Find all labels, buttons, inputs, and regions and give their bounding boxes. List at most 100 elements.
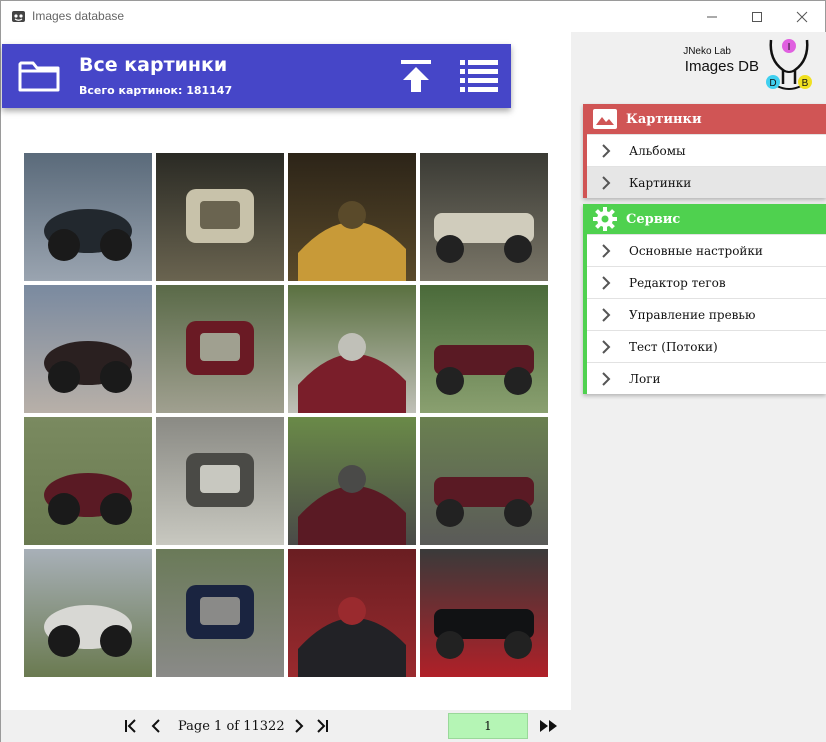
image-thumbnail[interactable]: [288, 153, 416, 281]
thumbnail-image: [156, 417, 284, 545]
thumbnail-grid: [24, 153, 550, 679]
sidebar-item-label: Тест (Потоки): [629, 339, 718, 354]
minimize-button[interactable]: [689, 1, 735, 32]
image-thumbnail[interactable]: [288, 285, 416, 413]
maximize-icon: [752, 11, 762, 22]
side-panel: JNeko Lab Images DB I D B Картинки Альбо…: [571, 32, 826, 742]
sidebar-item-label: Редактор тегов: [629, 275, 726, 290]
sidebar-item-albums[interactable]: Альбомы: [587, 134, 826, 166]
images-count: Всего картинок: 181147: [79, 84, 233, 97]
thumbnail-image: [24, 417, 152, 545]
prev-page-icon: [151, 719, 160, 733]
thumbnail-image: [156, 549, 284, 677]
close-button[interactable]: [779, 1, 825, 32]
app-window: Images database Все картинки Всего карти…: [0, 0, 826, 742]
sidebar-item-tag-editor[interactable]: Редактор тегов: [587, 266, 826, 298]
next-page-icon: [295, 719, 304, 733]
logo-letter-d: D: [769, 78, 776, 89]
sidebar-item-label: Логи: [629, 371, 661, 386]
app-icon: [11, 9, 26, 24]
logo-line2: Images DB: [684, 58, 759, 75]
thumbnail-image: [288, 417, 416, 545]
thumbnail-image: [288, 285, 416, 413]
image-thumbnail[interactable]: [24, 285, 152, 413]
last-page-icon: [317, 719, 328, 733]
last-page-button[interactable]: [312, 717, 332, 735]
menu-header-pictures[interactable]: Картинки: [583, 104, 826, 134]
thumbnail-image: [24, 549, 152, 677]
thumbnail-image: [288, 549, 416, 677]
chevron-right-icon: [601, 371, 617, 386]
menu-group-pictures: Картинки Альбомы Картинки: [583, 104, 826, 198]
list-view-button[interactable]: [458, 58, 500, 94]
menu-header-service-label: Сервис: [626, 211, 681, 227]
title-bar[interactable]: Images database: [1, 1, 825, 32]
first-page-icon: [125, 719, 136, 733]
image-thumbnail[interactable]: [156, 417, 284, 545]
thumbnail-image: [156, 285, 284, 413]
image-thumbnail[interactable]: [24, 417, 152, 545]
logo-emblem-icon: I D B: [766, 39, 812, 90]
image-thumbnail[interactable]: [156, 549, 284, 677]
image-thumbnail[interactable]: [24, 549, 152, 677]
logo-line1: JNeko Lab: [683, 46, 731, 57]
image-thumbnail[interactable]: [420, 153, 548, 281]
go-icon: [540, 720, 557, 732]
menu-group-service: Сервис Основные настройки Редактор тегов…: [583, 204, 826, 394]
folder-icon: [17, 58, 61, 94]
thumbnail-image: [24, 153, 152, 281]
maximize-button[interactable]: [734, 1, 780, 32]
thumbnail-image: [156, 153, 284, 281]
thumbnail-image: [420, 153, 548, 281]
thumbnail-image: [420, 549, 548, 677]
gear-icon: [592, 206, 618, 232]
sidebar-item-logs[interactable]: Логи: [587, 362, 826, 394]
chevron-right-icon: [601, 143, 617, 158]
sidebar-item-label: Основные настройки: [629, 243, 763, 258]
close-icon: [796, 11, 808, 22]
chevron-right-icon: [601, 175, 617, 190]
page-number-input[interactable]: 1: [448, 713, 528, 739]
upload-button[interactable]: [396, 58, 436, 94]
thumbnail-image: [24, 285, 152, 413]
go-to-page-button[interactable]: [538, 717, 560, 735]
sidebar-item-preview-management[interactable]: Управление превью: [587, 298, 826, 330]
thumbnail-image: [420, 285, 548, 413]
image-thumbnail[interactable]: [288, 549, 416, 677]
chevron-right-icon: [601, 243, 617, 258]
page-indicator: Page 1 of 11322: [178, 719, 285, 734]
first-page-button[interactable]: [121, 717, 141, 735]
thumbnail-image: [420, 417, 548, 545]
chevron-right-icon: [601, 307, 617, 322]
thumbnail-image: [288, 153, 416, 281]
image-thumbnail[interactable]: [156, 285, 284, 413]
image-thumbnail[interactable]: [24, 153, 152, 281]
chevron-right-icon: [601, 275, 617, 290]
page-title: Все картинки: [79, 54, 228, 76]
sidebar-item-pictures[interactable]: Картинки: [587, 166, 826, 198]
main-content: Все картинки Всего картинок: 181147: [1, 32, 571, 710]
sidebar-item-label: Управление превью: [629, 307, 756, 322]
menu-header-service[interactable]: Сервис: [583, 204, 826, 234]
sidebar-item-label: Картинки: [629, 175, 692, 190]
logo-letter-b: B: [802, 78, 809, 89]
menu-header-pictures-label: Картинки: [626, 111, 702, 127]
list-view-icon: [460, 60, 498, 92]
minimize-icon: [707, 16, 717, 17]
app-logo: JNeko Lab Images DB I D B: [657, 36, 817, 94]
pagination-bar: Page 1 of 11322 1: [1, 710, 571, 742]
window-title: Images database: [32, 9, 125, 23]
image-thumbnail[interactable]: [156, 153, 284, 281]
logo-letter-i: I: [788, 42, 791, 53]
image-thumbnail[interactable]: [288, 417, 416, 545]
sidebar-item-label: Альбомы: [629, 143, 686, 158]
prev-page-button[interactable]: [146, 717, 166, 735]
image-icon: [592, 106, 618, 132]
gallery-header: Все картинки Всего картинок: 181147: [2, 44, 511, 108]
sidebar-item-test-threads[interactable]: Тест (Потоки): [587, 330, 826, 362]
sidebar-item-main-settings[interactable]: Основные настройки: [587, 234, 826, 266]
next-page-button[interactable]: [289, 717, 309, 735]
image-thumbnail[interactable]: [420, 417, 548, 545]
image-thumbnail[interactable]: [420, 285, 548, 413]
image-thumbnail[interactable]: [420, 549, 548, 677]
